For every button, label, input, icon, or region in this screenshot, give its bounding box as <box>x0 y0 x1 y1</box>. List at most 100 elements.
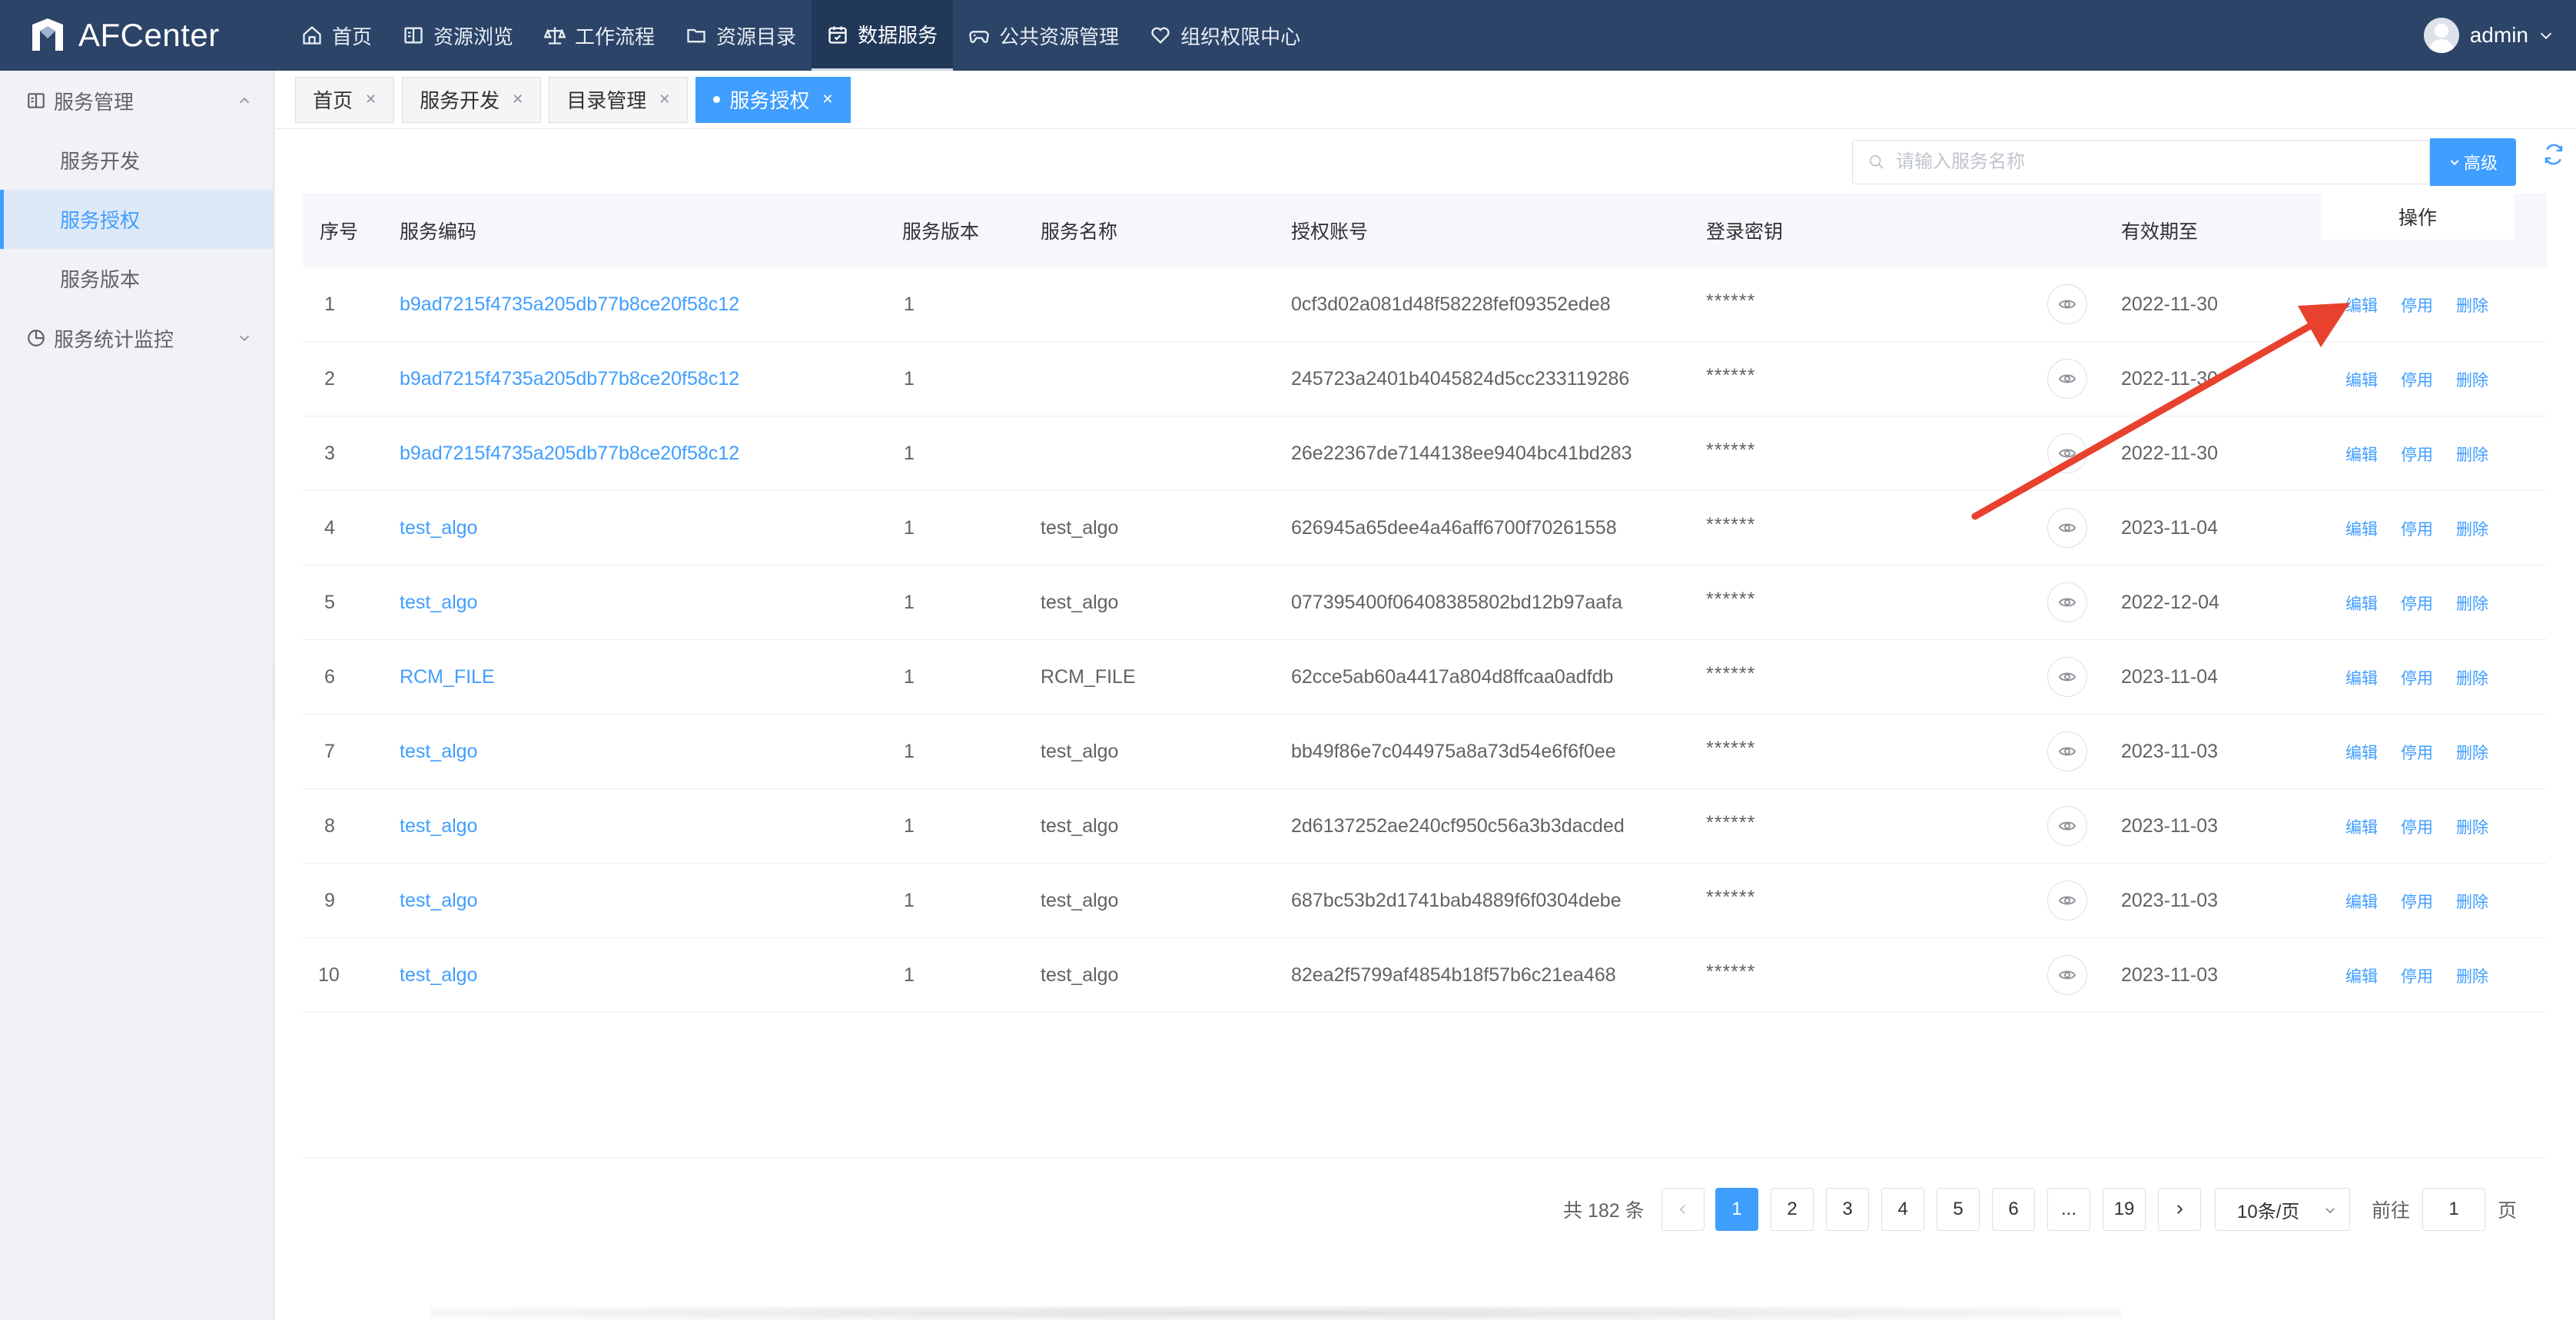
advanced-search-button[interactable]: 高级 <box>2430 138 2516 186</box>
show-secret-button[interactable] <box>2047 433 2087 473</box>
eye-icon <box>2058 672 2076 682</box>
nav-item-data-service[interactable]: 数据服务 <box>812 0 954 71</box>
tab-service-auth[interactable]: 服务授权 ✕ <box>695 76 851 123</box>
cell-service-code-link[interactable]: test_algo <box>400 565 477 640</box>
table-row: 4 test_algo 1 test_algo 626945a65dee4a46aff6… <box>303 491 2547 565</box>
pagination-page-4[interactable]: 4 <box>1881 1188 1924 1231</box>
nav-item-workflow[interactable]: 工作流程 <box>529 0 670 71</box>
pagination-prev-button[interactable] <box>1661 1188 1705 1231</box>
sidebar-item-service-version[interactable]: 服务版本 <box>0 249 273 308</box>
disable-button[interactable]: 停用 <box>2401 491 2433 565</box>
show-secret-button[interactable] <box>2047 582 2087 622</box>
delete-button[interactable]: 删除 <box>2456 715 2488 789</box>
show-secret-button[interactable] <box>2047 359 2087 399</box>
app-logo[interactable]: AFCenter <box>0 0 286 71</box>
cell-service-code-link[interactable]: b9ad7215f4735a205db77b8ce20f58c12 <box>400 416 739 491</box>
disable-button[interactable]: 停用 <box>2401 715 2433 789</box>
disable-button[interactable]: 停用 <box>2401 416 2433 491</box>
tab-catalog-management[interactable]: 目录管理 ✕ <box>549 76 689 123</box>
pagination-page-6[interactable]: 6 <box>1992 1188 2035 1231</box>
delete-button[interactable]: 删除 <box>2456 864 2488 938</box>
nav-item-org-permission[interactable]: 组织权限中心 <box>1134 0 1316 71</box>
disable-button[interactable]: 停用 <box>2401 938 2433 1013</box>
disable-button[interactable]: 停用 <box>2401 789 2433 864</box>
pagination-ellipsis[interactable]: ... <box>2047 1188 2090 1231</box>
disable-button[interactable]: 停用 <box>2401 864 2433 938</box>
sidebar-group-service-monitoring[interactable]: 服务统计监控 <box>0 308 273 368</box>
show-secret-button[interactable] <box>2047 806 2087 846</box>
cell-service-code-link[interactable]: test_algo <box>400 938 477 1013</box>
auth-table: 序号 服务编码 服务版本 服务名称 授权账号 登录密钥 有效期至 操作 1 b9a… <box>303 194 2547 1013</box>
pagination-page-1[interactable]: 1 <box>1715 1188 1758 1231</box>
disable-button[interactable]: 停用 <box>2401 640 2433 715</box>
close-icon[interactable]: ✕ <box>822 91 833 108</box>
edit-button[interactable]: 编辑 <box>2345 342 2378 416</box>
nav-item-resource-browse[interactable]: 资源浏览 <box>387 0 529 71</box>
edit-button[interactable]: 编辑 <box>2345 715 2378 789</box>
tab-home[interactable]: 首页 ✕ <box>295 76 395 123</box>
delete-button[interactable]: 删除 <box>2456 416 2488 491</box>
nav-item-resource-catalog[interactable]: 资源目录 <box>670 0 812 71</box>
pagination-page-19[interactable]: 19 <box>2103 1188 2146 1231</box>
pagination-page-2[interactable]: 2 <box>1771 1188 1814 1231</box>
tab-service-dev[interactable]: 服务开发 ✕ <box>402 76 542 123</box>
show-secret-button[interactable] <box>2047 731 2087 771</box>
show-secret-button[interactable] <box>2047 508 2087 548</box>
cell-secret: ****** <box>1706 887 1756 908</box>
sidebar-item-service-auth[interactable]: 服务授权 <box>0 190 273 249</box>
delete-button[interactable]: 删除 <box>2456 342 2488 416</box>
cell-service-code-link[interactable]: test_algo <box>400 715 477 789</box>
cell-service-code-link[interactable]: test_algo <box>400 789 477 864</box>
cell-index: 8 <box>324 815 335 837</box>
nav-item-home[interactable]: 首页 <box>286 0 387 71</box>
edit-button[interactable]: 编辑 <box>2345 640 2378 715</box>
delete-button[interactable]: 删除 <box>2456 640 2488 715</box>
delete-button[interactable]: 删除 <box>2456 491 2488 565</box>
edit-button[interactable]: 编辑 <box>2345 491 2378 565</box>
cell-version: 1 <box>904 443 915 464</box>
cell-index: 9 <box>324 890 335 911</box>
cell-service-code-link[interactable]: RCM_FILE <box>400 640 495 715</box>
cell-service-code-link[interactable]: test_algo <box>400 864 477 938</box>
cell-secret: ****** <box>1706 290 1756 312</box>
disable-button[interactable]: 停用 <box>2401 267 2433 342</box>
pagination-page-3[interactable]: 3 <box>1826 1188 1869 1231</box>
close-icon[interactable]: ✕ <box>365 91 377 108</box>
cell-service-code-link[interactable]: test_algo <box>400 491 477 565</box>
cell-service-code-link[interactable]: b9ad7215f4735a205db77b8ce20f58c12 <box>400 342 739 416</box>
nav-item-label: 资源浏览 <box>433 25 514 48</box>
delete-button[interactable]: 删除 <box>2456 938 2488 1013</box>
show-secret-button[interactable] <box>2047 881 2087 920</box>
jump-page-input[interactable] <box>2422 1188 2485 1231</box>
page-size-select[interactable]: 10条/页 <box>2215 1188 2350 1231</box>
pagination-next-button[interactable] <box>2158 1188 2201 1231</box>
delete-button[interactable]: 删除 <box>2456 789 2488 864</box>
cell-service-code-link[interactable]: b9ad7215f4735a205db77b8ce20f58c12 <box>400 267 739 342</box>
cell-expiry: 2023-11-03 <box>2121 815 2219 837</box>
chevron-right-icon <box>2177 1205 2183 1214</box>
nav-item-public-resource[interactable]: 公共资源管理 <box>953 0 1134 71</box>
edit-button[interactable]: 编辑 <box>2345 565 2378 640</box>
close-icon[interactable]: ✕ <box>512 91 523 108</box>
disable-button[interactable]: 停用 <box>2401 342 2433 416</box>
edit-button[interactable]: 编辑 <box>2345 789 2378 864</box>
edit-button[interactable]: 编辑 <box>2345 938 2378 1013</box>
delete-button[interactable]: 删除 <box>2456 565 2488 640</box>
show-secret-button[interactable] <box>2047 284 2087 324</box>
avatar <box>2423 18 2459 53</box>
close-icon[interactable]: ✕ <box>659 91 670 108</box>
delete-button[interactable]: 删除 <box>2456 267 2488 342</box>
search-input[interactable] <box>1896 151 2418 173</box>
disable-button[interactable]: 停用 <box>2401 565 2433 640</box>
show-secret-button[interactable] <box>2047 955 2087 995</box>
edit-button[interactable]: 编辑 <box>2345 267 2378 342</box>
sidebar-item-service-dev[interactable]: 服务开发 <box>0 131 273 190</box>
edit-button[interactable]: 编辑 <box>2345 416 2378 491</box>
chevron-down-icon <box>2325 1208 2335 1214</box>
user-menu[interactable]: admin <box>2423 0 2554 71</box>
pagination-page-5[interactable]: 5 <box>1937 1188 1980 1231</box>
edit-button[interactable]: 编辑 <box>2345 864 2378 938</box>
refresh-icon[interactable] <box>2542 143 2565 166</box>
sidebar-group-service-management[interactable]: 服务管理 <box>0 71 273 131</box>
show-secret-button[interactable] <box>2047 657 2087 697</box>
